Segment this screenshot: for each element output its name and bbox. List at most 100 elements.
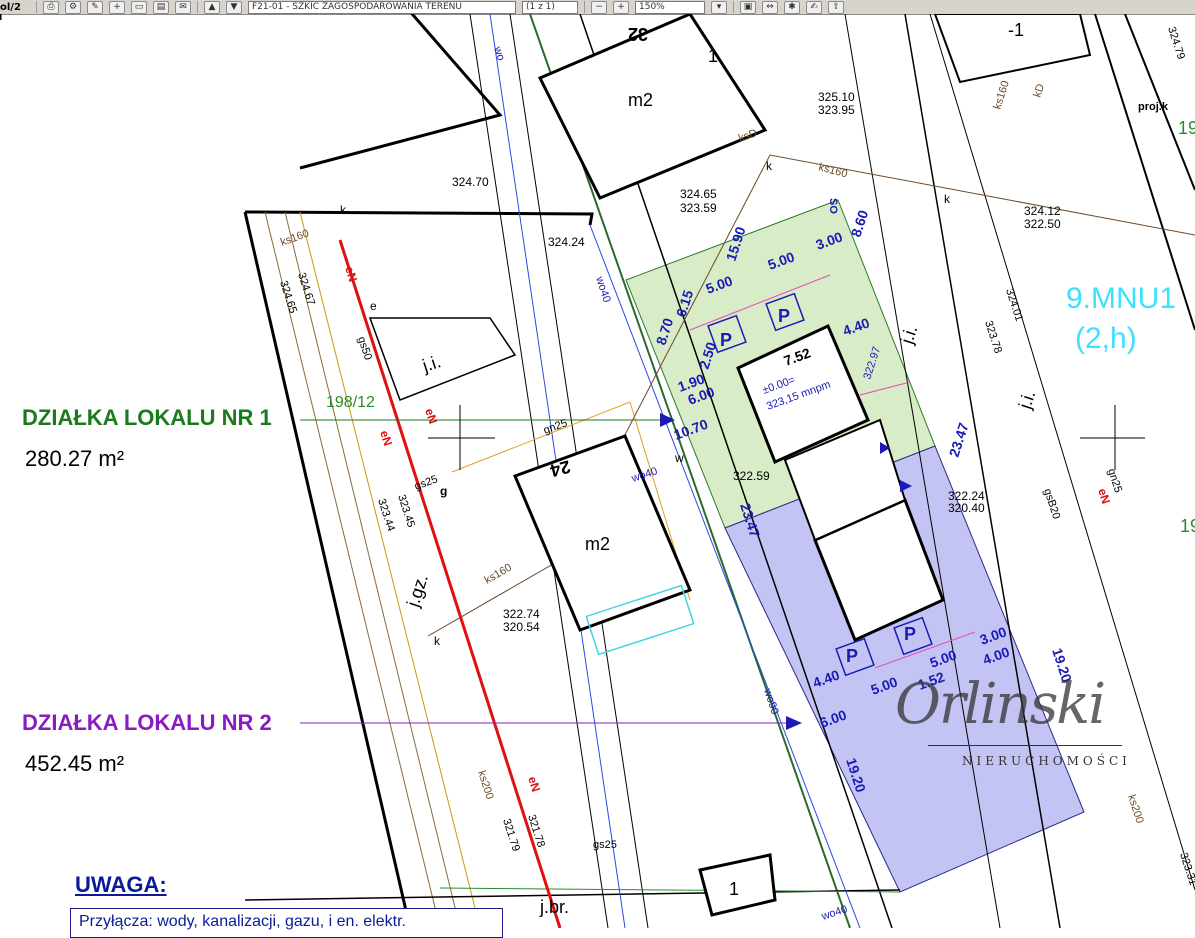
label-eN-5: eN bbox=[1095, 487, 1113, 506]
label-wo40-c: wo40 bbox=[819, 903, 849, 923]
label-jgz: j.gz. bbox=[402, 572, 432, 611]
logo-divider bbox=[928, 745, 1122, 746]
label-ks160-a: ks160 bbox=[279, 228, 311, 249]
document-name-field[interactable]: F21-01 - SZKIC ZAGOSPODAROWANIA TERENU bbox=[248, 0, 516, 14]
next-page-icon[interactable]: ▼ bbox=[226, 0, 242, 14]
gear-icon[interactable]: ⚙ bbox=[65, 0, 81, 14]
parking-label-1: P bbox=[720, 330, 732, 350]
letter-e: e bbox=[370, 299, 377, 313]
elev-321-79: 321.79 bbox=[500, 817, 522, 853]
elev-322-50: 322.50 bbox=[1024, 217, 1061, 231]
add-icon[interactable]: + bbox=[109, 0, 125, 14]
label-ks200-b: ks200 bbox=[1125, 793, 1145, 825]
elev-323-31: 323.31 bbox=[1177, 851, 1195, 887]
elev-322-59: 322.59 bbox=[733, 469, 770, 483]
elev-324-12: 324.12 bbox=[1024, 204, 1061, 218]
mail-icon[interactable]: ✉ bbox=[175, 0, 191, 14]
letter-w: w bbox=[674, 451, 684, 465]
elev-323-78: 323.78 bbox=[982, 319, 1004, 355]
label-wo: wo bbox=[491, 44, 507, 62]
number-19-top: 19 bbox=[1178, 118, 1195, 138]
label-kD: kD bbox=[1031, 82, 1047, 99]
note-box: Przyłącza: wody, kanalizacji, gazu, i en… bbox=[70, 908, 503, 938]
building-24 bbox=[513, 434, 692, 632]
elev-322-74: 322.74 bbox=[503, 607, 540, 621]
logo-signature: Orlinski bbox=[895, 672, 1106, 737]
building-number-32: 32 bbox=[628, 24, 648, 44]
comment-icon[interactable]: ✱ bbox=[784, 0, 800, 14]
elev-324-65-b: 324.65 bbox=[277, 279, 299, 315]
label-wo90: wo90 bbox=[761, 686, 781, 716]
toolbar-separator bbox=[733, 1, 734, 13]
label-eN-1: eN bbox=[342, 265, 360, 284]
elev-324-24: 324.24 bbox=[548, 235, 585, 249]
printer-icon[interactable]: ▤ bbox=[153, 0, 169, 14]
note-heading: UWAGA: bbox=[75, 872, 167, 897]
site-plan-drawing: 324.70 324.24 325.10 323.95 324.65 323.5… bbox=[0, 14, 1195, 928]
label-ks200-a: ks200 bbox=[475, 769, 495, 801]
plot-2-title: DZIAŁKA LOKALU NR 2 bbox=[22, 710, 272, 735]
letter-k3: k bbox=[766, 159, 773, 173]
pdf-toolbar: ol/2 ⎙ ⚙ ✎ + ▭ ▤ ✉ ▲ ▼ F21-01 - SZKIC ZA… bbox=[0, 0, 1195, 15]
fit-page-icon[interactable]: ▣ bbox=[740, 0, 756, 14]
parking-label-2: P bbox=[778, 306, 790, 326]
elev-323-59: 323.59 bbox=[680, 201, 717, 215]
toolbar-separator bbox=[197, 1, 198, 13]
label-ji-mid: j.i. bbox=[896, 323, 921, 347]
label-gs25-b: gs25 bbox=[593, 839, 617, 851]
label-jbr: j.br. bbox=[539, 897, 569, 917]
building-number-1-bottom: 1 bbox=[729, 879, 739, 899]
sign-icon[interactable]: ✍ bbox=[806, 0, 822, 14]
parking-label-3: P bbox=[846, 646, 858, 666]
elev-324-67: 324.67 bbox=[295, 271, 317, 307]
label-eN-4: eN bbox=[525, 775, 543, 794]
label-ji-right: j.i. bbox=[1014, 388, 1039, 412]
parking-label-4: P bbox=[904, 624, 916, 644]
toolbar-left-text: ol/2 bbox=[0, 1, 21, 13]
zone-label: 9.MNU1 bbox=[1066, 282, 1177, 315]
elev-323-45: 323.45 bbox=[395, 493, 417, 529]
building-m2-top: m2 bbox=[628, 90, 653, 110]
label-eN-2: eN bbox=[422, 407, 440, 426]
share-icon[interactable]: ⇪ bbox=[828, 0, 844, 14]
letter-g: g bbox=[440, 484, 447, 498]
letter-k4: k bbox=[944, 192, 951, 206]
toolbar-separator bbox=[36, 1, 37, 13]
dim-8-60: 8.60 bbox=[848, 208, 872, 239]
zone-sublabel: (2,h) bbox=[1075, 322, 1137, 355]
number-19-mid: 19 bbox=[1180, 516, 1195, 536]
building-j-i-left bbox=[368, 317, 517, 401]
zoom-field[interactable]: 150% bbox=[635, 0, 705, 14]
elev-324-01: 324.01 bbox=[1003, 287, 1025, 323]
parcel-198-12: 198/12 bbox=[326, 394, 375, 411]
zoom-out-icon[interactable]: − bbox=[591, 0, 607, 14]
elev-323-44: 323.44 bbox=[375, 497, 397, 533]
zoom-in-icon[interactable]: + bbox=[613, 0, 629, 14]
logo-subtitle: NIERUCHOMOŚCI bbox=[962, 754, 1131, 768]
elev-320-54: 320.54 bbox=[503, 620, 540, 634]
print-icon[interactable]: ⎙ bbox=[43, 0, 59, 14]
elev-324-79: 324.79 bbox=[1165, 25, 1187, 61]
label-SO: SO bbox=[827, 198, 839, 214]
save-icon[interactable]: ▭ bbox=[131, 0, 147, 14]
elev-323-95: 323.95 bbox=[818, 103, 855, 117]
label-eN-3: eN bbox=[377, 429, 395, 448]
building-number-1: 1 bbox=[708, 46, 718, 66]
label-ks160-b: ks160 bbox=[483, 562, 514, 587]
building-number-minus1: -1 bbox=[1008, 20, 1024, 40]
label-gsB20: gsB20 bbox=[1041, 487, 1062, 520]
elev-324-65: 324.65 bbox=[680, 187, 717, 201]
elev-320-40: 320.40 bbox=[948, 501, 985, 515]
edit-icon[interactable]: ✎ bbox=[87, 0, 103, 14]
letter-k1: k bbox=[340, 203, 347, 217]
elev-324-70: 324.70 bbox=[452, 175, 489, 189]
fit-width-icon[interactable]: ⇔ bbox=[762, 0, 778, 14]
elev-325-10: 325.10 bbox=[818, 90, 855, 104]
letter-k2: k bbox=[434, 634, 441, 648]
chevron-down-icon[interactable]: ▾ bbox=[711, 0, 727, 14]
label-ks160-c: ks160 bbox=[817, 161, 848, 180]
prev-page-icon[interactable]: ▲ bbox=[204, 0, 220, 14]
plot-2-area: 452.45 m² bbox=[25, 751, 125, 776]
plot-1-area: 280.27 m² bbox=[25, 446, 125, 471]
plot-1-title: DZIAŁKA LOKALU NR 1 bbox=[22, 405, 272, 430]
